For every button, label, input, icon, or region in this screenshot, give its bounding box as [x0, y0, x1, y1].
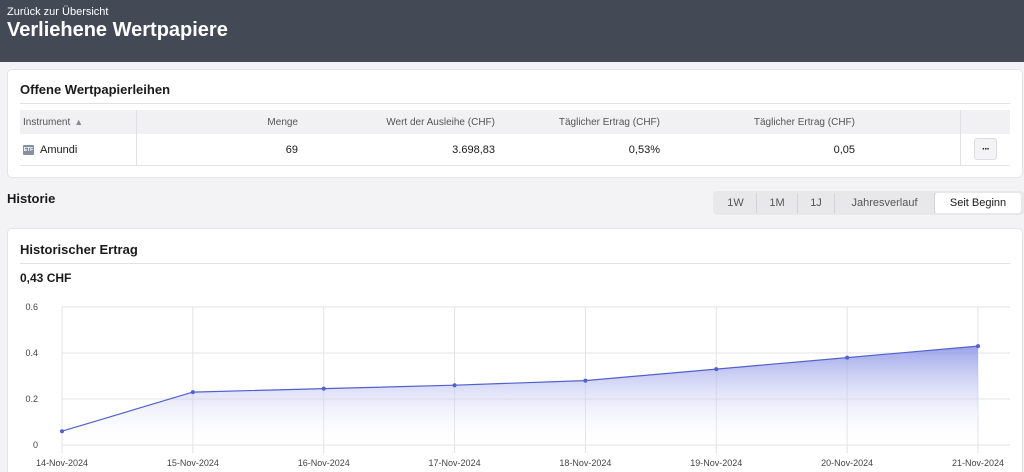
open-loans-title: Offene Wertpapierleihen — [20, 82, 171, 97]
data-point — [60, 429, 64, 434]
y-tick-label: 0.4 — [25, 348, 38, 358]
x-tick-label: 17-Nov-2024 — [429, 458, 481, 468]
page-title: Verliehene Wertpapiere — [7, 19, 228, 41]
wert-cell: 3.698,83 — [452, 143, 495, 156]
column-header-wert[interactable]: Wert der Ausleihe (CHF) — [310, 110, 495, 134]
historical-yield-chart: 0.6 0.4 0.2 0 14-Nov-2024 15-Nov-2024 16-Nov-… — [25, 302, 1010, 468]
back-to-overview-link[interactable]: Zurück zur Übersicht — [7, 6, 108, 18]
x-tick-label: 14-Nov-2024 — [36, 458, 88, 468]
range-tabs: 1W 1M 1J Jahresverlauf Seit Beginn — [713, 191, 1024, 215]
instrument-name: Amundi — [40, 143, 78, 156]
data-point — [190, 390, 195, 395]
range-tab-1w[interactable]: 1W — [715, 193, 757, 213]
column-separator — [960, 134, 961, 165]
data-point — [321, 386, 326, 391]
column-separator — [136, 110, 137, 134]
range-tab-seit-beginn[interactable]: Seit Beginn — [935, 193, 1021, 213]
data-point — [976, 344, 980, 349]
data-point — [583, 378, 588, 383]
data-point — [714, 367, 719, 372]
open-loans-card: Offene Wertpapierleihen Instrument ▲ Men… — [7, 69, 1023, 178]
column-separator — [960, 110, 961, 134]
column-header-instrument[interactable]: Instrument ▲ — [23, 110, 133, 134]
history-title: Historie — [7, 191, 56, 206]
menge-cell: 69 — [285, 143, 298, 156]
ertrag-chf-cell: 0,05 — [833, 143, 855, 156]
ertrag-pct-cell: 0,53% — [628, 143, 660, 156]
page-header: Zurück zur Übersicht Verliehene Wertpapi… — [0, 0, 1024, 62]
column-header-menge[interactable]: Menge — [150, 110, 298, 134]
table-row[interactable]: ETF Amundi 69 3.698,83 0,53% 0,05 ··· — [20, 134, 1010, 166]
x-tick-label: 18-Nov-2024 — [559, 458, 611, 468]
etf-icon: ETF — [23, 144, 34, 155]
x-tick-label: 21-Nov-2024 — [952, 458, 1004, 468]
y-tick-label: 0 — [33, 440, 38, 450]
card-divider — [20, 103, 1010, 104]
column-header-instrument-label: Instrument — [23, 116, 71, 128]
x-tick-label: 16-Nov-2024 — [298, 458, 350, 468]
x-tick-label: 19-Nov-2024 — [690, 458, 742, 468]
more-options-button[interactable]: ··· — [974, 138, 997, 160]
range-tab-jahresverlauf[interactable]: Jahresverlauf — [835, 193, 935, 213]
x-tick-label: 15-Nov-2024 — [167, 458, 219, 468]
column-header-ertrag-chf[interactable]: Täglicher Ertrag (CHF) — [670, 110, 855, 134]
y-tick-label: 0.2 — [25, 394, 38, 404]
sort-ascending-icon: ▲ — [74, 117, 84, 127]
range-tab-1j[interactable]: 1J — [798, 193, 835, 213]
data-point — [452, 383, 457, 388]
range-tab-1m[interactable]: 1M — [757, 193, 798, 213]
column-separator — [136, 134, 137, 165]
instrument-cell: ETF Amundi — [23, 134, 133, 165]
column-header-ertrag-pct[interactable]: Täglicher Ertrag (CHF) — [505, 110, 660, 134]
y-tick-label: 0.6 — [25, 302, 38, 312]
data-point — [845, 355, 850, 360]
loans-table-header: Instrument ▲ Menge Wert der Ausleihe (CH… — [20, 110, 1010, 134]
series-area — [62, 346, 978, 445]
x-tick-label: 20-Nov-2024 — [821, 458, 873, 468]
